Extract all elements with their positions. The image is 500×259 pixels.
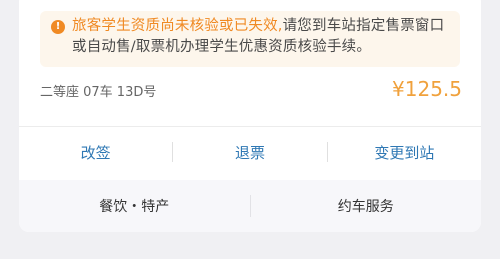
alert-icon: ! [51, 20, 65, 34]
refund-button[interactable]: 退票 [173, 142, 326, 163]
student-verification-notice: ! 旅客学生资质尚未核验或已失效,请您到车站指定售票窗口或自动售/取票机办理学生… [40, 11, 460, 67]
change-ticket-button[interactable]: 改签 [19, 142, 172, 163]
food-specialty-button[interactable]: 餐饮・特产 [19, 196, 250, 216]
car-service-button[interactable]: 约车服务 [251, 196, 482, 216]
change-station-button[interactable]: 变更到站 [328, 142, 481, 163]
ticket-actions: 改签 退票 变更到站 [19, 127, 481, 177]
notice-text: 旅客学生资质尚未核验或已失效,请您到车站指定售票窗口或自动售/取票机办理学生优惠… [72, 16, 454, 58]
service-bar: 餐饮・特产 约车服务 [19, 180, 481, 232]
ticket-card: ! 旅客学生资质尚未核验或已失效,请您到车站指定售票窗口或自动售/取票机办理学生… [19, 0, 481, 232]
seat-info: 二等座 07车 13D号 [40, 85, 157, 100]
ticket-price: ¥125.5 [392, 77, 462, 101]
notice-highlight: 旅客学生资质尚未核验或已失效, [72, 18, 283, 34]
